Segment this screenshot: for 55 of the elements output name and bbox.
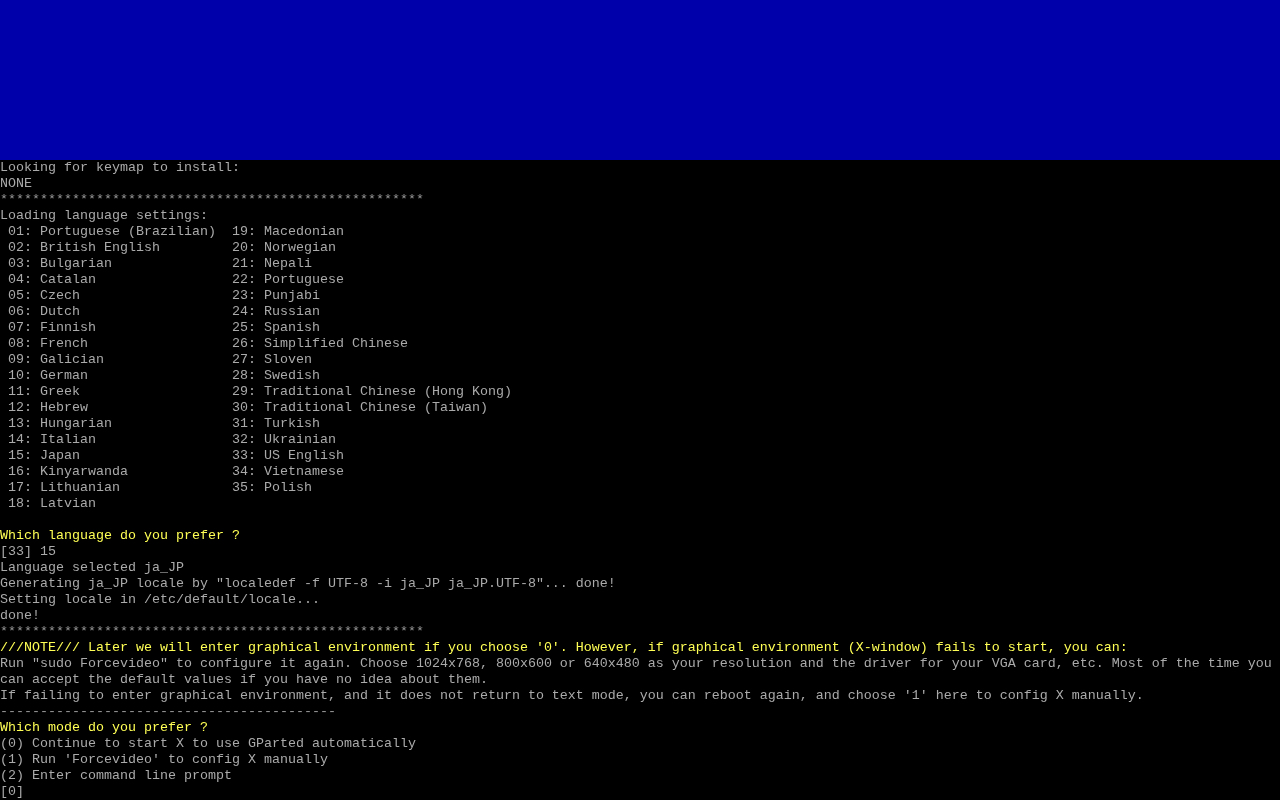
language-option: 11: Greek (8, 384, 80, 400)
language-option: 08: French (8, 336, 88, 352)
language-option: 30: Traditional Chinese (Taiwan) (232, 400, 488, 416)
language-option: 32: Ukrainian (232, 432, 336, 448)
console-line: (1) Run 'Forcevideo' to config X manually (0, 752, 329, 768)
console-line: Setting locale in /etc/default/locale... (0, 592, 321, 608)
console-line: NONE (0, 176, 33, 192)
language-option: 07: Finnish (8, 320, 96, 336)
language-option: 26: Simplified Chinese (232, 336, 408, 352)
language-option: 28: Swedish (232, 368, 320, 384)
console-line: [0] (0, 784, 25, 800)
language-option: 04: Catalan (8, 272, 96, 288)
language-option: 19: Macedonian (232, 224, 344, 240)
language-option: 21: Nepali (232, 256, 312, 272)
language-option: 05: Czech (8, 288, 80, 304)
language-option: 24: Russian (232, 304, 320, 320)
language-option: 02: British English (8, 240, 160, 256)
language-option: 13: Hungarian (8, 416, 112, 432)
console-line: Looking for keymap to install: (0, 160, 241, 176)
language-option: 23: Punjabi (232, 288, 320, 304)
language-option: 10: German (8, 368, 88, 384)
console-line: Run "sudo Forcevideo" to configure it again. Choose 1024x768, 800x600 or 640x480 as your resolution and the driver for your VGA card, etc. Most of the time you can accept the default values if you have no idea about them. (0, 656, 1273, 688)
console-line: (2) Enter command line prompt (0, 768, 233, 784)
console-line: Generating ja_JP locale by "localedef -f UTF-8 -i ja_JP ja_JP.UTF-8"... done! (0, 576, 617, 592)
language-option: 15: Japan (8, 448, 80, 464)
language-option: 25: Spanish (232, 320, 320, 336)
language-option: 29: Traditional Chinese (Hong Kong) (232, 384, 512, 400)
prompt-line: ///NOTE/// Later we will enter graphical environment if you choose '0'. However, if graphical environment (X-window) fails to start, you can: (0, 640, 1129, 656)
language-option: 09: Galician (8, 352, 104, 368)
console-line: If failing to enter graphical environment, and it does not return to text mode, you can reboot again, and choose '1' here to config X manually. (0, 688, 1145, 704)
language-option: 27: Sloven (232, 352, 312, 368)
language-option: 20: Norwegian (232, 240, 336, 256)
language-option: 33: US English (232, 448, 344, 464)
language-option: 01: Portuguese (Brazilian) (8, 224, 216, 240)
language-option: 03: Bulgarian (8, 256, 112, 272)
language-option: 14: Italian (8, 432, 96, 448)
separator-line: ------------------------------------------ (0, 704, 337, 720)
separator-line: ***************************************************** (0, 192, 425, 208)
language-option: 06: Dutch (8, 304, 80, 320)
language-option: 16: Kinyarwanda (8, 464, 128, 480)
console-line: (0) Continue to start X to use GParted automatically (0, 736, 417, 752)
language-option: 31: Turkish (232, 416, 320, 432)
prompt-line: Which mode do you prefer ? (0, 720, 209, 736)
prompt-line: Which language do you prefer ? (0, 528, 241, 544)
console-line: Loading language settings: (0, 208, 209, 224)
language-option: 17: Lithuanian (8, 480, 120, 496)
language-option: 18: Latvian (8, 496, 96, 512)
language-option: 35: Polish (232, 480, 312, 496)
language-option: 34: Vietnamese (232, 464, 344, 480)
console-line: done! (0, 608, 41, 624)
language-option: 22: Portuguese (232, 272, 344, 288)
separator-line: ***************************************************** (0, 624, 425, 640)
console-line: [33] 15 (0, 544, 57, 560)
language-option: 12: Hebrew (8, 400, 88, 416)
console-line: Language selected ja_JP (0, 560, 185, 576)
